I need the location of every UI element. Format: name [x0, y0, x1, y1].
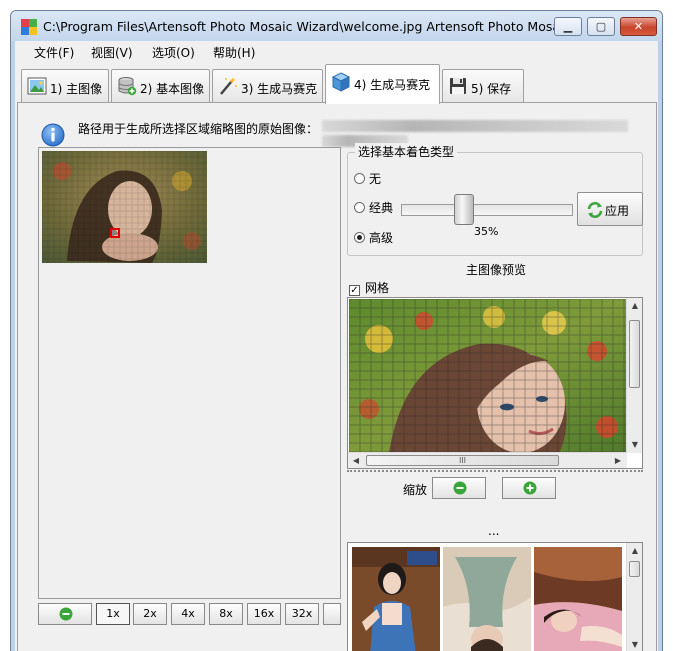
tab-strip: 1) 主图像 2) 基本图像 3) 生成马赛克 4) 生成马赛克 5) 保存: [15, 62, 658, 104]
slider-value-label: 35%: [474, 225, 499, 238]
minimize-button[interactable]: ▁: [554, 17, 582, 36]
grid-checkbox-label: 网格: [365, 281, 390, 295]
main-image-preview[interactable]: ▲ ▼ ◀ III ▶: [347, 297, 643, 469]
scroll-down-arrow-icon[interactable]: ▼: [627, 437, 642, 453]
selection-marker[interactable]: [110, 228, 120, 238]
zoom-8x-button[interactable]: 8x: [209, 603, 243, 625]
tab-save[interactable]: 5) 保存: [442, 69, 524, 102]
color-strength-slider-thumb[interactable]: [454, 194, 475, 225]
zoom-4x-button[interactable]: 4x: [171, 603, 205, 625]
window-title: C:\Program Files\Artensoft Photo Mosaic …: [43, 19, 563, 34]
info-icon: [41, 123, 65, 147]
close-button[interactable]: ✕: [620, 17, 657, 36]
radio-button[interactable]: [354, 202, 365, 213]
path-info-label: 路径用于生成所选择区域缩略图的原始图像：: [78, 122, 319, 136]
preview-title: 主图像预览: [466, 263, 527, 277]
menu-bar: 文件(F) 视图(V) 选项(O) 帮助(H): [15, 41, 658, 62]
zoom-2x-button[interactable]: 2x: [133, 603, 167, 625]
radio-classic[interactable]: 经典: [354, 199, 393, 216]
color-strength-slider-track[interactable]: [401, 204, 573, 216]
client-area: 文件(F) 视图(V) 选项(O) 帮助(H) 1) 主图像 2) 基本图像 3…: [15, 41, 658, 651]
preview-zoom-label: 缩放: [403, 483, 428, 497]
menu-view[interactable]: 视图(V): [89, 44, 135, 61]
minus-circle-icon: [453, 481, 467, 495]
grid-checkbox[interactable]: ✓: [349, 285, 360, 296]
path-value-redacted: [322, 120, 628, 132]
preview-vertical-scrollbar[interactable]: ▲ ▼: [626, 298, 642, 453]
zoom-16x-button[interactable]: 16x: [247, 603, 281, 625]
tab-label: 5) 保存: [471, 82, 512, 96]
vertical-scroll-thumb[interactable]: [629, 561, 640, 577]
floppy-disk-icon: [450, 78, 466, 94]
refresh-icon: [587, 202, 603, 218]
zoom-out-button[interactable]: [38, 603, 92, 625]
tab-label: 1) 主图像: [50, 82, 103, 96]
preview-zoom-in-button[interactable]: [502, 477, 556, 499]
radio-button[interactable]: [354, 232, 365, 243]
preview-horizontal-scrollbar[interactable]: ◀ III ▶: [348, 452, 627, 468]
zoom-extra-button[interactable]: [323, 603, 341, 625]
splitter-handle[interactable]: [347, 470, 643, 473]
zoom-1x-button[interactable]: 1x: [96, 603, 130, 625]
base-image-thumbnails[interactable]: ▲ ▼: [347, 542, 643, 651]
grid-checkbox-row[interactable]: ✓ 网格: [349, 279, 389, 296]
tab-page: 路径用于生成所选择区域缩略图的原始图像： 1x 2x 4x 8x 16x 32x…: [17, 102, 657, 651]
radio-advanced[interactable]: 高级: [354, 229, 393, 246]
plus-circle-icon: [523, 481, 537, 495]
database-add-icon: [118, 77, 137, 96]
tab-generate-mosaic-4[interactable]: 4) 生成马赛克: [325, 64, 440, 104]
title-bar[interactable]: C:\Program Files\Artensoft Photo Mosaic …: [11, 11, 662, 41]
radio-label: 高级: [369, 231, 394, 245]
app-icon: [21, 19, 37, 35]
tab-label: 4) 生成马赛克: [354, 78, 431, 92]
base-image-thumbnail[interactable]: [534, 547, 622, 651]
radio-none[interactable]: 无: [354, 170, 381, 187]
zoom-32x-button[interactable]: 32x: [285, 603, 319, 625]
app-window: C:\Program Files\Artensoft Photo Mosaic …: [10, 10, 663, 651]
menu-options[interactable]: 选项(O): [150, 44, 197, 61]
preview-image-graphic: [349, 299, 627, 453]
base-image-graphic: [443, 547, 531, 651]
preview-image: [349, 299, 627, 453]
tab-generate-mosaic-3[interactable]: 3) 生成马赛克: [212, 69, 323, 102]
color-type-title: 选择基本着色类型: [355, 143, 458, 160]
mosaic-thumbnail[interactable]: [42, 151, 207, 263]
minus-circle-icon: [59, 607, 73, 621]
horizontal-scroll-thumb[interactable]: III: [366, 455, 559, 466]
scroll-down-arrow-icon[interactable]: ▼: [627, 637, 642, 651]
base-image-graphic: [352, 547, 440, 651]
mosaic-overview-panel[interactable]: [38, 147, 341, 599]
apply-label: 应用: [605, 204, 630, 218]
menu-help[interactable]: 帮助(H): [211, 44, 257, 61]
tab-main-image[interactable]: 1) 主图像: [21, 69, 109, 102]
cube-icon: [331, 72, 351, 92]
magic-wand-icon: [220, 77, 237, 95]
vertical-scroll-thumb[interactable]: [629, 320, 640, 388]
scroll-left-arrow-icon[interactable]: ◀: [348, 453, 364, 468]
base-image-graphic: [534, 547, 622, 651]
tab-label: 2) 基本图像: [140, 82, 205, 96]
thumbnails-vertical-scrollbar[interactable]: ▲ ▼: [626, 543, 642, 651]
preview-zoom-out-button[interactable]: [432, 477, 486, 499]
radio-button[interactable]: [354, 173, 365, 184]
menu-file[interactable]: 文件(F): [32, 44, 76, 61]
more-indicator: ...: [488, 524, 500, 538]
scroll-up-arrow-icon[interactable]: ▲: [627, 298, 642, 314]
scroll-right-arrow-icon[interactable]: ▶: [610, 453, 626, 468]
base-image-thumbnail[interactable]: [352, 547, 440, 651]
radio-label: 无: [369, 172, 382, 186]
tab-base-images[interactable]: 2) 基本图像: [111, 69, 210, 102]
maximize-button[interactable]: ▢: [587, 17, 615, 36]
scroll-up-arrow-icon[interactable]: ▲: [627, 543, 642, 559]
tab-label: 3) 生成马赛克: [241, 82, 318, 96]
mosaic-thumbnail-image: [42, 151, 207, 263]
base-image-thumbnail[interactable]: [443, 547, 531, 651]
apply-button[interactable]: 应用: [577, 192, 643, 226]
image-icon: [27, 77, 47, 95]
radio-label: 经典: [369, 201, 394, 215]
